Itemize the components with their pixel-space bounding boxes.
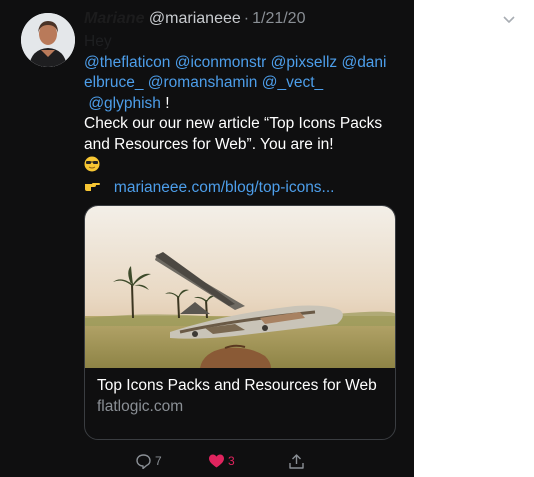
mention-link[interactable]: @pixsellz bbox=[271, 54, 338, 71]
tweet-card[interactable]: Mariane @marianeee · 1/21/20 Hey @theflati… bbox=[0, 0, 414, 477]
mention-link[interactable]: @theflaticon bbox=[84, 54, 170, 71]
link-line: marianeee.com/blog/top-icons... bbox=[84, 177, 389, 199]
card-domain[interactable]: flatlogic.com bbox=[97, 398, 183, 416]
share-icon bbox=[289, 454, 304, 469]
tweet-text: Hey @theflaticon @iconmonstr @pixsellz @… bbox=[84, 32, 389, 198]
link-preview-card[interactable]: Top Icons Packs and Resources for Web fl… bbox=[84, 205, 396, 440]
body-text: Check our our new article “Top Icons Pac… bbox=[84, 115, 383, 153]
mention-link[interactable]: @romanshamin bbox=[148, 74, 258, 91]
tweet-header: Mariane @marianeee · 1/21/20 bbox=[84, 9, 305, 29]
reply-count: 7 bbox=[155, 454, 162, 468]
mention-link[interactable]: @_vect_ bbox=[262, 74, 323, 91]
tweet-date[interactable]: 1/21/20 bbox=[252, 10, 305, 27]
mention-link[interactable]: @glyphish bbox=[88, 95, 161, 112]
article-link[interactable]: marianeee.com/blog/top-icons... bbox=[114, 179, 335, 196]
card-image[interactable] bbox=[85, 206, 395, 368]
sunglasses-emoji-icon bbox=[84, 155, 100, 175]
greeting-text: Hey bbox=[84, 33, 112, 50]
separator: · bbox=[243, 10, 250, 27]
heart-icon bbox=[209, 454, 224, 468]
share-button[interactable] bbox=[288, 453, 305, 470]
mention-link[interactable]: @iconmonstr bbox=[175, 54, 267, 71]
emoji-line bbox=[84, 155, 389, 177]
author-handle[interactable]: @marianeee bbox=[149, 10, 241, 27]
like-button[interactable]: 3 bbox=[208, 453, 235, 469]
tweet-actions: 7 3 bbox=[0, 453, 414, 473]
pointing-hand-emoji-icon bbox=[84, 177, 101, 197]
like-count: 3 bbox=[228, 454, 235, 468]
reply-icon bbox=[136, 454, 151, 469]
exclamation-text: ! bbox=[165, 94, 170, 112]
card-title[interactable]: Top Icons Packs and Resources for Web bbox=[97, 377, 377, 395]
avatar[interactable] bbox=[21, 13, 75, 67]
author-name[interactable]: Mariane bbox=[84, 10, 144, 27]
mentions-block: @theflaticon @iconmonstr @pixsellz @dani… bbox=[84, 53, 389, 115]
reply-button[interactable]: 7 bbox=[135, 453, 162, 469]
chevron-down-icon[interactable] bbox=[502, 12, 516, 26]
